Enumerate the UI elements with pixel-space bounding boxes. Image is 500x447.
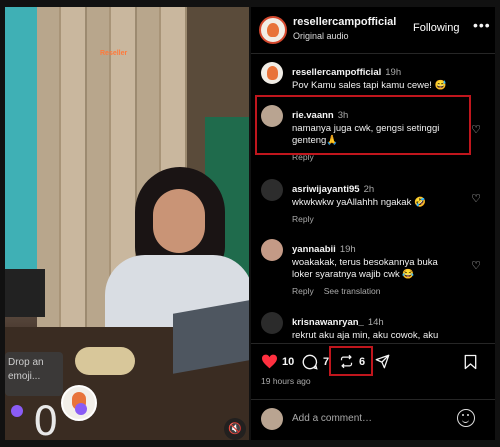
more-options-icon[interactable]: •••	[473, 17, 491, 33]
post-dialog: Reseller Drop an emoji... 0 🔇 resellerca…	[0, 0, 500, 447]
highlight-box-repost	[329, 346, 373, 376]
post-time-ago: 19 hours ago	[261, 376, 311, 386]
comment-username[interactable]: asriwijayanti95	[292, 184, 360, 195]
mute-icon[interactable]: 🔇	[224, 418, 246, 440]
add-comment-bar: Add a comment…	[251, 399, 495, 441]
see-translation-link[interactable]: See translation	[324, 286, 381, 296]
commenter-avatar[interactable]	[261, 179, 283, 201]
like-heart-icon[interactable]	[261, 354, 278, 369]
reply-button[interactable]: Reply	[292, 214, 314, 224]
video-watermark: Reseller	[100, 50, 128, 57]
reaction-badge	[11, 405, 23, 417]
comments-panel: resellercampofficial Original audio Foll…	[251, 7, 495, 440]
caption-text: Pov Kamu sales tapi kamu cewe! 😅	[292, 80, 447, 91]
current-user-avatar	[261, 408, 283, 430]
commenter-avatar[interactable]	[261, 312, 283, 334]
caption-avatar[interactable]	[261, 62, 283, 84]
comment-time: 19h	[339, 244, 356, 255]
reel-video[interactable]: Reseller Drop an emoji... 0 🔇	[5, 7, 249, 440]
save-bookmark-icon[interactable]	[464, 354, 477, 370]
like-comment-icon[interactable]: ♡	[471, 259, 481, 272]
audio-label[interactable]: Original audio	[293, 31, 349, 41]
add-comment-input[interactable]: Add a comment…	[292, 413, 372, 424]
post-header: resellercampofficial Original audio Foll…	[251, 7, 495, 54]
video-scene-arm	[5, 269, 45, 317]
like-count[interactable]: 10	[282, 356, 294, 368]
comment-time: 2h	[363, 184, 375, 195]
comment-username[interactable]: yannaabii	[292, 244, 336, 255]
reaction-count: 0	[33, 399, 59, 440]
video-scene-plate	[75, 347, 135, 375]
comment-text: rekrut aku aja min, aku cowok, aku	[292, 330, 439, 341]
emoji-icon[interactable]	[457, 409, 475, 427]
comment-icon[interactable]	[302, 354, 318, 370]
action-bar: 10 7 6 19 hours ago	[251, 343, 495, 400]
author-username[interactable]: resellercampofficial	[293, 16, 396, 28]
like-comment-icon[interactable]: ♡	[471, 192, 481, 205]
like-comment-icon[interactable]: ♡	[471, 123, 481, 136]
reaction-badge-2	[75, 403, 87, 415]
comment-text: woakakak, terus besokannya buka loker sy…	[292, 257, 438, 280]
share-icon[interactable]	[375, 354, 390, 369]
comment-item: krisnawanryan_ 14h rekrut aku aja min, ak…	[251, 312, 495, 342]
caption-time: 19h	[385, 67, 402, 78]
comment-text: wkwkwkw yaAllahhh ngakak 🤣	[292, 197, 426, 208]
author-avatar[interactable]	[259, 16, 287, 44]
video-scene-wall	[5, 7, 37, 307]
highlight-box-comment	[255, 95, 471, 155]
comment-time: 14h	[367, 317, 384, 328]
emoji-reaction-prompt[interactable]: Drop an emoji...	[5, 352, 63, 396]
comment-username[interactable]: krisnawanryan_	[292, 317, 364, 328]
following-button[interactable]: Following	[413, 22, 459, 34]
caption-username[interactable]: resellercampofficial	[292, 67, 381, 78]
reply-button[interactable]: Reply	[292, 286, 314, 296]
commenter-avatar[interactable]	[261, 239, 283, 261]
